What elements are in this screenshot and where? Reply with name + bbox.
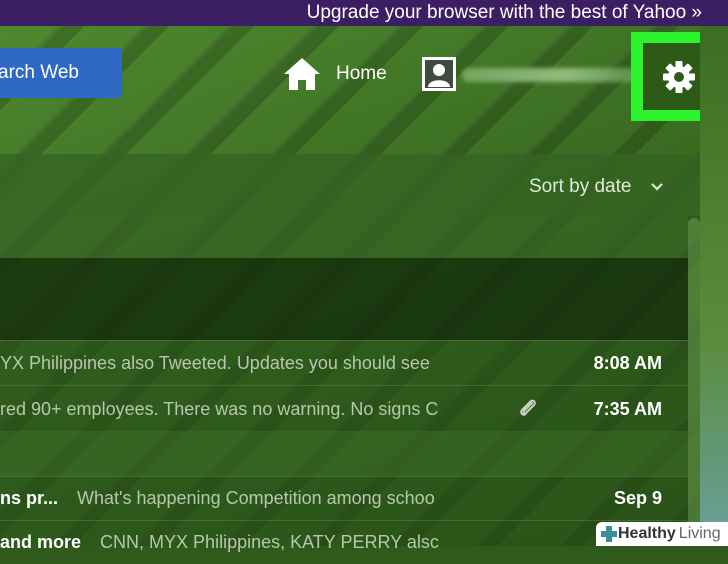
attachment-icon [520,399,536,416]
chevron-down-icon[interactable] [650,182,664,192]
message-snippet: YX Philippines also Tweeted. Updates you… [0,353,430,373]
home-label: Home [336,63,387,84]
message-snippet: CNN, MYX Philippines, KATY PERRY alsc [100,532,439,552]
message-sender: and more [0,532,82,552]
message-time: 7:35 AM [593,399,662,419]
home-icon [284,58,320,90]
home-link[interactable]: Home [282,56,387,92]
watermark-bold: Healthy [618,525,676,542]
scrollbar[interactable] [688,218,700,546]
message-row[interactable]: YX Philippines also Tweeted. Updates you… [0,341,688,385]
watermark-light: Living [678,525,721,542]
message-snippet: red 90+ employees. There was no warning.… [0,399,439,419]
section-header-row [0,431,688,476]
upgrade-banner[interactable]: Upgrade your browser with the best of Ya… [0,0,728,26]
profile-icon[interactable] [422,57,456,91]
message-time: 8:08 AM [593,353,662,373]
message-snippet: What's happening Competition among schoo [77,488,435,508]
gear-icon [662,60,695,93]
username-redacted [462,68,637,82]
row-divider [0,385,688,386]
watermark: Healthy Living [596,522,728,546]
message-row[interactable]: ns pr... What's happening Competition am… [0,476,688,520]
search-web-button[interactable]: arch Web [0,48,122,98]
upgrade-banner-text[interactable]: Upgrade your browser with the best of Ya… [307,2,702,23]
right-edge-strip [700,26,728,546]
search-web-label: arch Web [0,62,79,83]
section-header-row [0,216,688,258]
message-sender: ns pr... [0,488,59,508]
message-time: Sep 9 [613,488,662,508]
sort-by-date-dropdown[interactable]: Sort by date [529,176,631,198]
plus-icon [601,526,617,542]
empty-dark-row [0,258,688,340]
message-row[interactable]: red 90+ employees. There was no warning.… [0,387,688,431]
message-row[interactable]: and more CNN, MYX Philippines, KATY PERR… [0,520,688,564]
